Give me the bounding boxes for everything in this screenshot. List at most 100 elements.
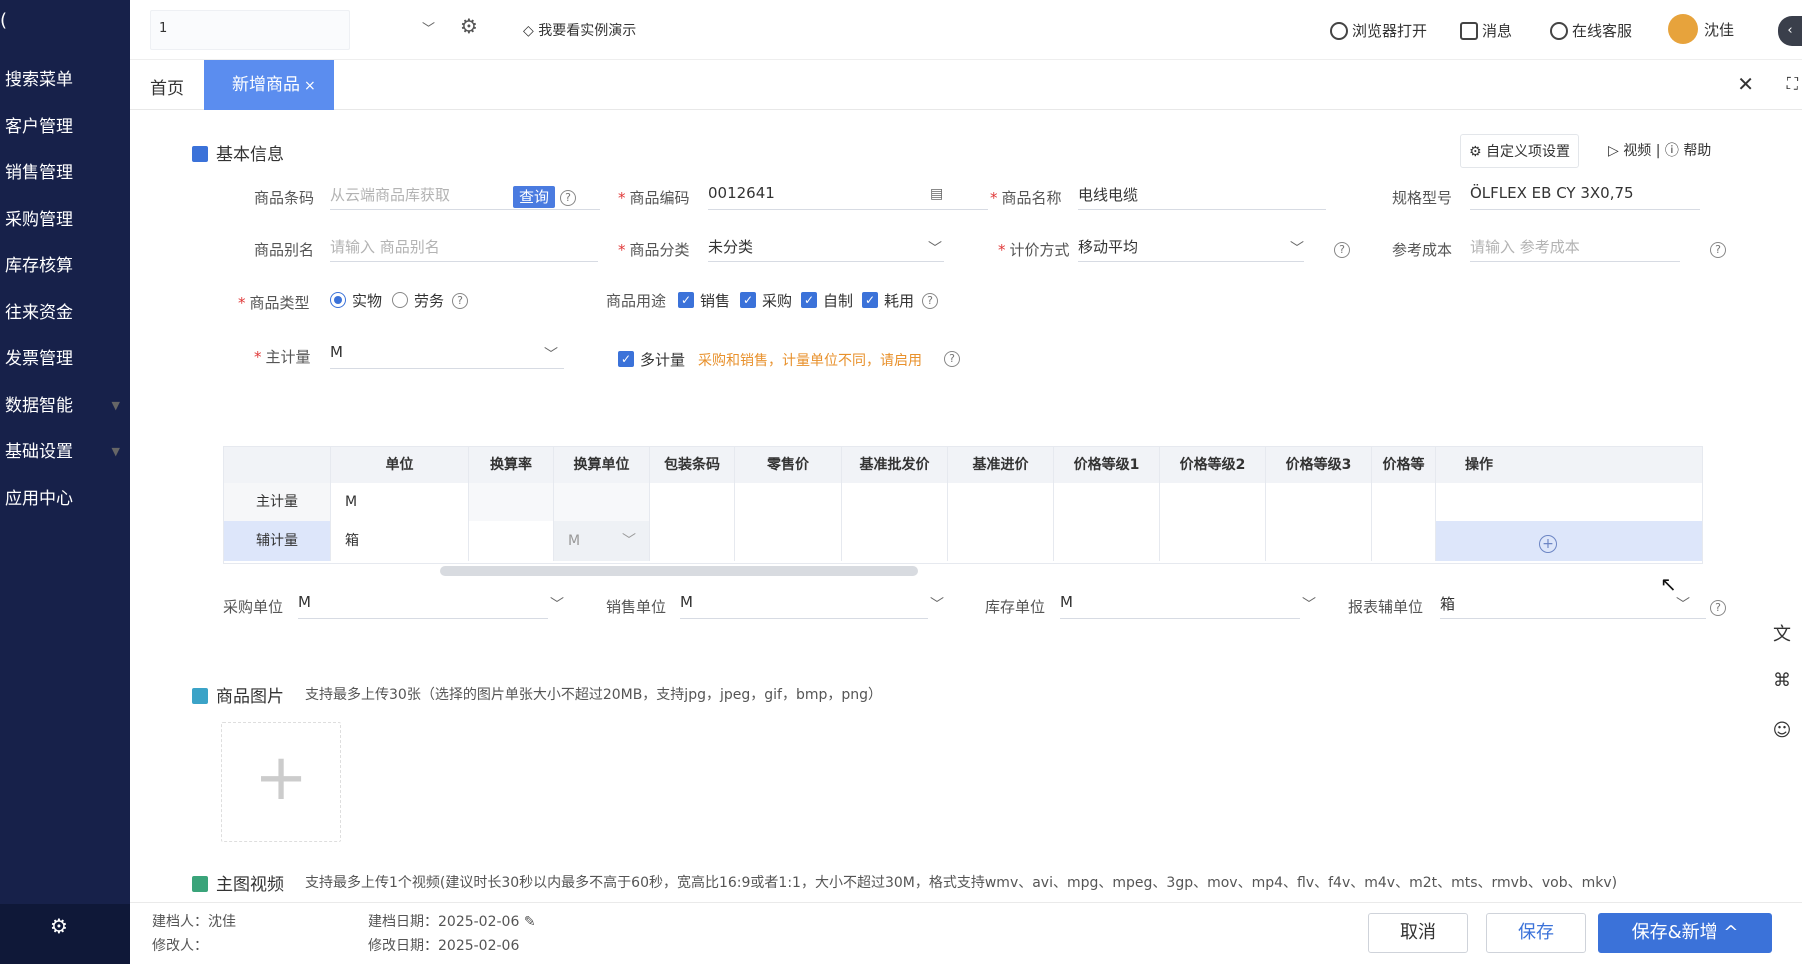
help-icon[interactable]: ? (1710, 600, 1726, 616)
tab-close-icon[interactable]: × (304, 78, 316, 94)
chevron-down-icon[interactable]: ﹀ (1302, 594, 1316, 614)
category-select[interactable]: 未分类 (708, 232, 944, 262)
help-icon[interactable]: ? (560, 190, 576, 206)
sidebar-item-sales[interactable]: 销售管理 (0, 155, 130, 202)
apps-icon[interactable]: ⌘ (1762, 670, 1802, 691)
table-cell[interactable] (948, 521, 1054, 561)
help-icon[interactable]: ? (452, 293, 468, 309)
table-cell[interactable]: M (331, 483, 469, 521)
chevron-down-icon[interactable]: ﹀ (928, 238, 942, 258)
table-header-cell: 基准批发价 (842, 447, 948, 483)
checkbox-sales[interactable]: ✓ (678, 292, 694, 308)
sales-unit-select[interactable]: M (680, 589, 928, 619)
sidebar-item-funds[interactable]: 往来资金 (0, 295, 130, 342)
table-cell[interactable] (735, 483, 842, 521)
chat-icon (1460, 22, 1478, 40)
help-icon[interactable]: ? (944, 351, 960, 367)
table-cell[interactable]: 箱 (331, 521, 469, 561)
table-cell[interactable] (842, 483, 948, 521)
table-cell[interactable] (735, 521, 842, 561)
ref-cost-input[interactable]: 请输入 参考成本 (1470, 232, 1680, 262)
purchase-unit-select[interactable]: M (298, 589, 548, 619)
query-button[interactable]: 查询 (513, 186, 556, 208)
tab-new-product[interactable]: 新增商品 × (204, 60, 334, 110)
chevron-down-icon[interactable]: ﹀ (1676, 594, 1690, 614)
help-icon[interactable]: ? (922, 293, 938, 309)
table-cell[interactable] (948, 483, 1054, 521)
add-row-icon[interactable]: + (1539, 535, 1557, 553)
sidebar-item-data-intelligence[interactable]: 数据智能 ▼ (0, 388, 130, 435)
online-service-button[interactable]: 在线客服 (1550, 20, 1632, 41)
chevron-down-icon[interactable]: ﹀ (544, 344, 558, 364)
table-cell[interactable] (1372, 521, 1436, 561)
image-icon (192, 688, 208, 704)
help-icon[interactable]: ? (1334, 242, 1350, 258)
checkbox-self-made[interactable]: ✓ (801, 292, 817, 308)
close-icon[interactable]: ✕ (1737, 72, 1754, 96)
table-horizontal-scrollbar[interactable] (440, 566, 918, 576)
account-selector[interactable]: 1 (150, 10, 350, 50)
table-cell[interactable] (1160, 521, 1266, 561)
chevron-down-icon[interactable]: ﹀ (1290, 238, 1304, 258)
spec-input[interactable]: ÖLFLEX EB CY 3X0,75 (1470, 180, 1700, 210)
sidebar-item-invoice[interactable]: 发票管理 (0, 341, 130, 388)
sidebar-item-label: 搜索菜单 (5, 70, 73, 90)
image-upload-area[interactable]: + (221, 722, 341, 842)
sidebar-item-purchase[interactable]: 采购管理 (0, 202, 130, 249)
product-code-input[interactable]: 0012641 (708, 180, 988, 210)
radio-service[interactable] (392, 292, 408, 308)
translate-icon[interactable]: 文 (1762, 620, 1802, 646)
product-name-input[interactable]: 电线电缆 (1078, 180, 1326, 210)
chevron-down-icon[interactable]: ﹀ (930, 594, 944, 614)
checkbox-purchase-label: 采购 (762, 292, 793, 310)
assistant-icon[interactable]: ☺ (1762, 720, 1802, 741)
messages-button[interactable]: 消息 (1460, 20, 1512, 41)
custom-settings-button[interactable]: ⚙ 自定义项设置 (1460, 134, 1580, 168)
form-icon (192, 146, 208, 162)
browser-open-button[interactable]: 浏览器打开 (1330, 20, 1427, 41)
sidebar-item-customers[interactable]: 客户管理 (0, 109, 130, 156)
table-cell[interactable] (1054, 521, 1160, 561)
table-cell[interactable] (1266, 483, 1372, 521)
checkbox-purchase[interactable]: ✓ (740, 292, 756, 308)
pricing-method-select[interactable]: 移动平均 (1078, 232, 1304, 262)
collapse-right-button[interactable]: ‹ (1778, 16, 1802, 46)
checkbox-multi-unit[interactable]: ✓ (618, 351, 634, 367)
fullscreen-icon[interactable]: ⛶ (1787, 74, 1798, 94)
checkbox-consumption[interactable]: ✓ (862, 292, 878, 308)
sidebar-item-search[interactable]: 搜索菜单 (0, 62, 130, 109)
sidebar-item-app-center[interactable]: 应用中心 (0, 481, 130, 528)
demo-link[interactable]: ◇ 我要看实例演示 (523, 20, 636, 40)
sidebar-item-label: 基础设置 (5, 442, 73, 462)
alias-input[interactable]: 请输入 商品别名 (330, 232, 598, 262)
edit-icon[interactable]: ✎ (524, 914, 536, 930)
tab-home[interactable]: 首页 (150, 74, 184, 99)
barcode-generate-icon[interactable]: ▤ (930, 186, 943, 202)
table-cell[interactable]: M ﹀ (554, 521, 650, 561)
table-cell[interactable] (1160, 483, 1266, 521)
table-cell[interactable] (469, 521, 554, 561)
radio-physical[interactable] (330, 292, 346, 308)
table-cell[interactable] (1372, 483, 1436, 521)
table-cell[interactable] (650, 521, 735, 561)
user-menu[interactable]: 沈佳 (1668, 14, 1734, 44)
table-cell[interactable] (842, 521, 948, 561)
video-link[interactable]: 视频 (1623, 143, 1651, 159)
table-cell[interactable] (1266, 521, 1372, 561)
table-cell[interactable] (650, 483, 735, 521)
sidebar-item-inventory[interactable]: 库存核算 (0, 248, 130, 295)
save-button[interactable]: 保存 (1486, 913, 1586, 953)
stock-unit-select[interactable]: M (1060, 589, 1300, 619)
sidebar-item-basic-settings[interactable]: 基础设置 ▼ (0, 434, 130, 481)
save-and-new-button[interactable]: 保存&新增 ^ (1598, 913, 1772, 953)
table-cell[interactable] (1054, 483, 1160, 521)
settings-icon[interactable]: ⚙ (460, 14, 478, 38)
unit-table: 单位 换算率 换算单位 包装条码 零售价 基准批发价 基准进价 价格等级1 价格… (223, 446, 1703, 564)
help-link[interactable]: 帮助 (1683, 143, 1711, 159)
cancel-button[interactable]: 取消 (1368, 913, 1468, 953)
help-icon[interactable]: ? (1710, 242, 1726, 258)
main-unit-select[interactable]: M (330, 339, 564, 369)
gear-icon[interactable]: ⚙ (50, 914, 68, 938)
chevron-down-icon[interactable]: ﹀ (550, 594, 564, 614)
chevron-down-icon[interactable]: ﹀ (422, 18, 435, 37)
